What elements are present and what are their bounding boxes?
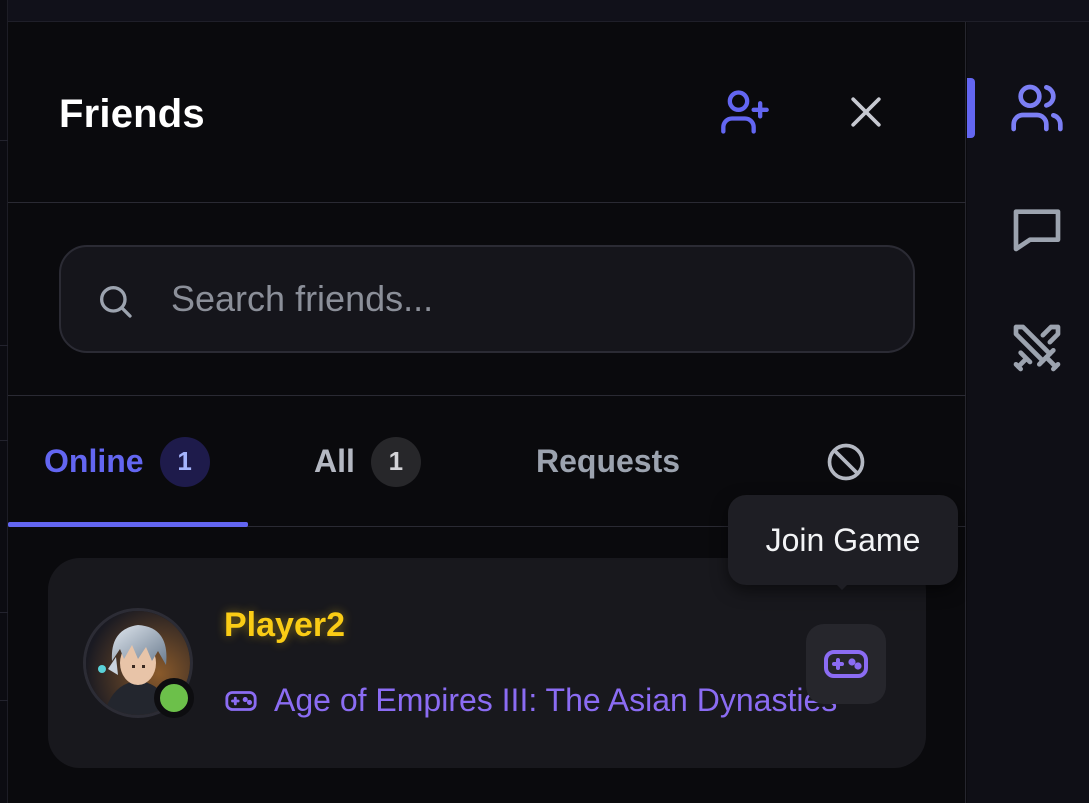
rail-chat-button[interactable] xyxy=(1001,192,1073,264)
join-game-tooltip: Join Game xyxy=(728,495,958,585)
background-divider xyxy=(0,440,8,441)
friends-header: Friends xyxy=(8,22,966,203)
friend-card[interactable]: Player2 Age of Empires III: The Asian Dy… xyxy=(48,558,926,768)
background-app-strip xyxy=(0,0,8,803)
online-count-badge: 1 xyxy=(159,436,210,487)
friend-name[interactable]: Player2 xyxy=(224,606,345,645)
tooltip-arrow xyxy=(832,580,852,590)
right-rail xyxy=(967,22,1089,803)
user-plus-icon xyxy=(721,90,769,134)
close-button[interactable] xyxy=(836,82,896,142)
background-divider xyxy=(0,345,8,346)
panel-title: Friends xyxy=(59,92,205,136)
tab-online-label: Online xyxy=(44,443,144,479)
gamepad-icon xyxy=(824,650,868,678)
users-icon xyxy=(1011,84,1063,132)
blocked-icon xyxy=(827,443,865,480)
online-status-indicator xyxy=(154,678,194,718)
gamepad-icon xyxy=(224,684,258,718)
crossed-swords-icon xyxy=(1013,324,1061,372)
search-box[interactable] xyxy=(59,245,915,353)
join-game-button[interactable] xyxy=(806,624,886,704)
app-top-edge xyxy=(0,0,1089,22)
rail-battle-button[interactable] xyxy=(1001,312,1073,384)
close-icon xyxy=(851,97,881,127)
game-name: Age of Empires III: The Asian Dynasties xyxy=(274,682,838,718)
app-root: Friends Search friends... Online 1 All 1… xyxy=(0,0,1089,803)
background-divider xyxy=(0,140,8,141)
active-tab-indicator xyxy=(8,522,248,527)
search-icon xyxy=(100,286,132,318)
search-input[interactable] xyxy=(171,269,871,329)
background-divider xyxy=(0,612,8,613)
background-divider xyxy=(0,700,8,701)
current-game: Age of Empires III: The Asian Dynasties xyxy=(224,682,837,719)
rail-active-indicator xyxy=(967,78,975,138)
tab-requests-label: Requests xyxy=(536,443,681,479)
chat-icon xyxy=(1013,209,1061,252)
tab-all-label: All xyxy=(314,443,355,479)
tab-online[interactable]: Online 1 xyxy=(44,396,210,527)
tab-requests[interactable]: Requests xyxy=(536,396,680,527)
rail-friends-button[interactable] xyxy=(1001,72,1073,144)
friends-panel: Friends Search friends... Online 1 All 1… xyxy=(8,22,966,803)
all-count-badge: 1 xyxy=(370,436,421,487)
add-friend-button[interactable] xyxy=(715,82,775,142)
tab-all[interactable]: All 1 xyxy=(314,396,421,527)
